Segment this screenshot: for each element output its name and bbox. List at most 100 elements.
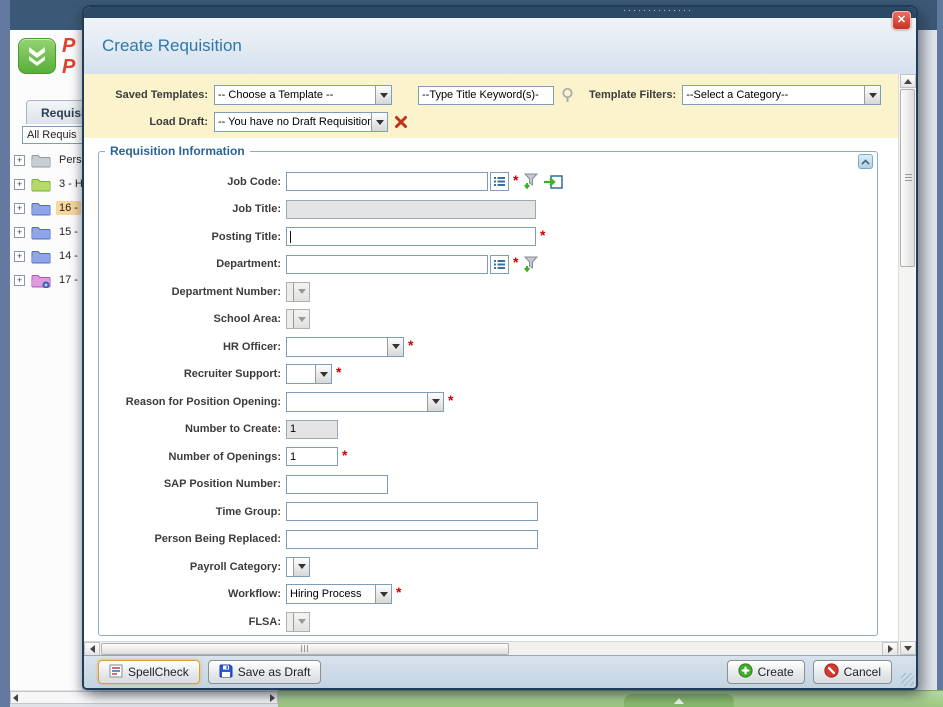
chevron-down-icon[interactable] <box>375 86 391 104</box>
expand-plus-icon[interactable]: + <box>14 178 25 190</box>
scroll-down-icon[interactable] <box>900 641 916 655</box>
field-value: 1 <box>290 423 297 436</box>
close-icon[interactable]: ✕ <box>892 11 911 30</box>
form-row: Time Group: <box>99 498 877 526</box>
assign-to-box-icon[interactable] <box>543 174 564 190</box>
field-input[interactable] <box>286 474 388 494</box>
scroll-right-icon[interactable] <box>270 693 275 702</box>
dialog-resize-handle[interactable] <box>901 673 914 686</box>
chevron-down-icon[interactable] <box>293 557 309 576</box>
template-filters-label: Template Filters: <box>589 89 677 101</box>
chevron-down-icon[interactable] <box>371 113 387 131</box>
chevron-down-icon[interactable] <box>315 365 331 384</box>
field-select[interactable]: Hiring Process <box>286 584 392 605</box>
tree-item[interactable]: +17 - <box>10 268 82 292</box>
field-select[interactable] <box>286 364 332 385</box>
page-right-gap <box>920 30 937 690</box>
form-row: FLSA: <box>99 608 877 636</box>
field-label: School Area: <box>213 313 281 326</box>
scroll-left-icon[interactable] <box>84 641 100 656</box>
folder-icon <box>31 273 51 288</box>
form-row: Department: * <box>99 251 877 279</box>
field-input[interactable] <box>286 529 538 549</box>
tree-item-label: 14 - <box>59 250 78 262</box>
scroll-right-icon[interactable] <box>882 641 898 656</box>
expand-plus-icon[interactable]: + <box>14 154 25 166</box>
template-filters-select[interactable]: --Select a Category-- <box>682 85 882 105</box>
form-row: Number of Openings: 1 * <box>99 443 877 471</box>
spellcheck-button[interactable]: SpellCheck <box>98 660 200 684</box>
lookup-list-icon[interactable] <box>490 254 509 274</box>
form-row: HR Officer: * <box>99 333 877 361</box>
bottom-horizontal-scrollbar[interactable] <box>10 691 278 704</box>
field-label: FLSA: <box>248 615 281 628</box>
filter-funnel-icon[interactable] <box>521 172 540 191</box>
search-icon[interactable] <box>560 87 575 103</box>
requisition-filter-select[interactable]: All Requis <box>22 126 82 144</box>
field-input[interactable]: 1 <box>286 447 338 467</box>
field-select[interactable] <box>286 391 444 412</box>
field-input[interactable] <box>286 172 488 192</box>
tree-item-label: 3 - H <box>59 178 82 190</box>
form-row: Number to Create: 1 <box>99 416 877 444</box>
form-row: Department Number: <box>99 278 877 306</box>
vertical-scroll-thumb[interactable] <box>900 89 915 267</box>
vertical-scrollbar[interactable] <box>898 74 916 655</box>
app-logo-icon <box>18 38 56 74</box>
field-input[interactable] <box>286 254 488 274</box>
tab-requisitions[interactable]: Requisiti <box>26 100 82 124</box>
load-draft-select[interactable]: -- You have no Draft Requisitions <box>214 112 388 132</box>
field-input[interactable] <box>286 227 536 247</box>
filter-funnel-icon[interactable] <box>521 255 540 274</box>
panel-expand-handle[interactable] <box>623 694 734 707</box>
tree-item[interactable]: +3 - H <box>10 172 82 196</box>
collapse-section-icon[interactable] <box>858 154 873 169</box>
dialog-content: Requisition Information Job Code: * Job Ti… <box>84 138 898 641</box>
scroll-left-icon[interactable] <box>13 693 18 702</box>
tree-item[interactable]: +16 - <box>10 196 82 220</box>
scroll-up-icon[interactable] <box>900 74 916 88</box>
save-as-draft-button[interactable]: Save as Draft <box>207 660 322 684</box>
requisition-tree: +Perso+3 - H+16 -+15 -+14 -+17 - <box>10 148 82 292</box>
field-label: Recruiter Support: <box>183 368 281 381</box>
horizontal-scroll-thumb[interactable] <box>101 642 509 655</box>
load-draft-label: Load Draft: <box>149 116 208 128</box>
expand-plus-icon[interactable]: + <box>14 274 25 286</box>
required-asterisk: * <box>448 391 454 408</box>
tree-item[interactable]: +15 - <box>10 220 82 244</box>
create-button[interactable]: Create <box>726 660 805 684</box>
saved-templates-select[interactable]: -- Choose a Template -- <box>214 85 392 105</box>
tree-item[interactable]: +14 - <box>10 244 82 268</box>
required-asterisk: * <box>513 254 519 271</box>
cancel-button[interactable]: Cancel <box>812 660 892 684</box>
expand-plus-icon[interactable]: + <box>14 226 25 238</box>
expand-up-icon <box>673 697 684 704</box>
field-label: Posting Title: <box>211 230 281 243</box>
folder-icon <box>31 177 51 192</box>
tree-item[interactable]: + Perso <box>10 148 82 172</box>
form-row: Job Title: <box>99 196 877 224</box>
cancel-label: Cancel <box>843 665 881 679</box>
template-bar: Saved Templates: -- Choose a Template --… <box>84 74 898 138</box>
chevron-down-icon[interactable] <box>375 585 391 604</box>
chevron-down-icon[interactable] <box>387 337 403 356</box>
text-cursor <box>290 230 291 243</box>
chevron-down-icon <box>293 310 309 329</box>
create-requisition-dialog: ·············· Create Requisition ✕ Save… <box>82 5 918 690</box>
clear-draft-icon[interactable] <box>394 115 408 129</box>
title-keyword-input[interactable]: --Type Title Keyword(s)- <box>418 85 554 105</box>
chevron-down-icon[interactable] <box>427 392 443 411</box>
dialog-drag-handle[interactable]: ·············· <box>84 7 916 18</box>
field-input[interactable] <box>286 502 538 522</box>
expand-plus-icon[interactable]: + <box>14 250 25 262</box>
chevron-down-icon[interactable] <box>864 86 881 104</box>
plus-circle-icon <box>738 663 753 681</box>
template-filters-value: --Select a Category-- <box>686 89 789 101</box>
field-select[interactable] <box>286 556 310 577</box>
lookup-list-icon[interactable] <box>490 172 509 192</box>
saved-templates-value: -- Choose a Template -- <box>218 89 334 101</box>
horizontal-scrollbar[interactable] <box>84 641 898 656</box>
field-select[interactable] <box>286 336 404 357</box>
expand-plus-icon[interactable]: + <box>14 202 25 214</box>
tree-item-label: 16 - <box>56 201 81 215</box>
